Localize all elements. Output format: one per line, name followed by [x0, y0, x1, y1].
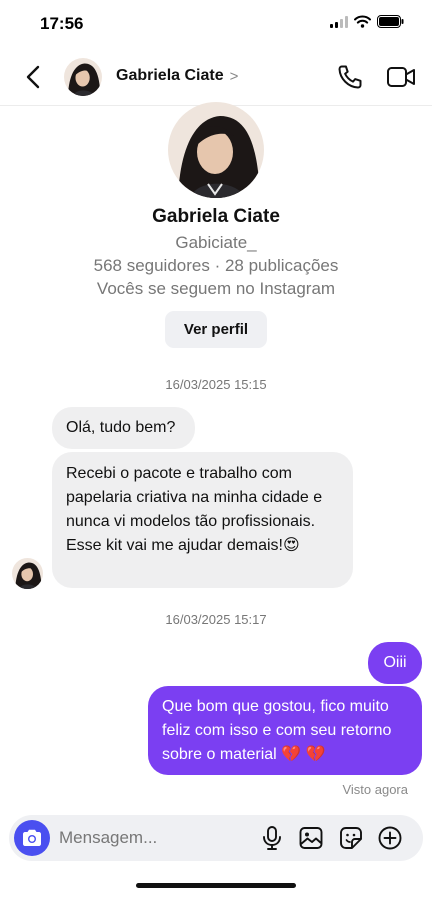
message-bubble-incoming[interactable]: Recebi o pacote e trabalho com papelaria… [52, 452, 353, 588]
message-composer [9, 815, 423, 861]
profile-stats: 568 seguidores · 28 publicações [93, 256, 339, 275]
sticker-icon[interactable] [338, 825, 364, 851]
profile-name: Gabriela Ciate [152, 206, 280, 227]
status-icons [330, 15, 404, 28]
header-name-label: Gabriela Ciate [116, 67, 224, 84]
message-bubble-outgoing[interactable]: Que bom que gostou, fico muito feliz com… [148, 686, 422, 775]
signal-icon [330, 15, 348, 28]
profile-follow-status: Vocês se seguem no Instagram [96, 279, 336, 298]
chat-header: Gabriela Ciate > [0, 48, 432, 106]
message-timestamp: 16/03/2025 15:17 [165, 612, 267, 627]
chevron-right-icon: > [229, 67, 239, 85]
camera-icon [23, 829, 41, 846]
battery-icon [377, 15, 404, 28]
message-timestamp: 16/03/2025 15:15 [165, 377, 267, 392]
profile-avatar[interactable] [168, 102, 264, 198]
header-avatar[interactable] [64, 58, 102, 96]
message-bubble-incoming[interactable]: Olá, tudo bem? [52, 407, 195, 449]
home-indicator [136, 883, 296, 888]
message-bubble-outgoing[interactable]: Oiii [368, 642, 422, 684]
view-profile-button[interactable]: Ver perfil [165, 311, 267, 348]
plus-icon[interactable] [377, 825, 403, 851]
camera-button[interactable] [14, 820, 50, 856]
back-icon[interactable] [22, 64, 46, 90]
wifi-icon [354, 15, 371, 28]
status-bar: 17:56 [0, 0, 432, 48]
message-sender-avatar[interactable] [12, 558, 43, 589]
microphone-icon[interactable] [259, 825, 285, 851]
profile-username: Gabiciate_ [175, 233, 257, 252]
gallery-icon[interactable] [298, 825, 324, 851]
status-time: 17:56 [40, 14, 84, 33]
video-camera-icon[interactable] [386, 64, 416, 90]
header-contact-name[interactable]: Gabriela Ciate > [116, 67, 238, 85]
message-input[interactable] [59, 823, 249, 853]
phone-icon[interactable] [336, 63, 364, 91]
seen-status: Visto agora [342, 782, 408, 797]
